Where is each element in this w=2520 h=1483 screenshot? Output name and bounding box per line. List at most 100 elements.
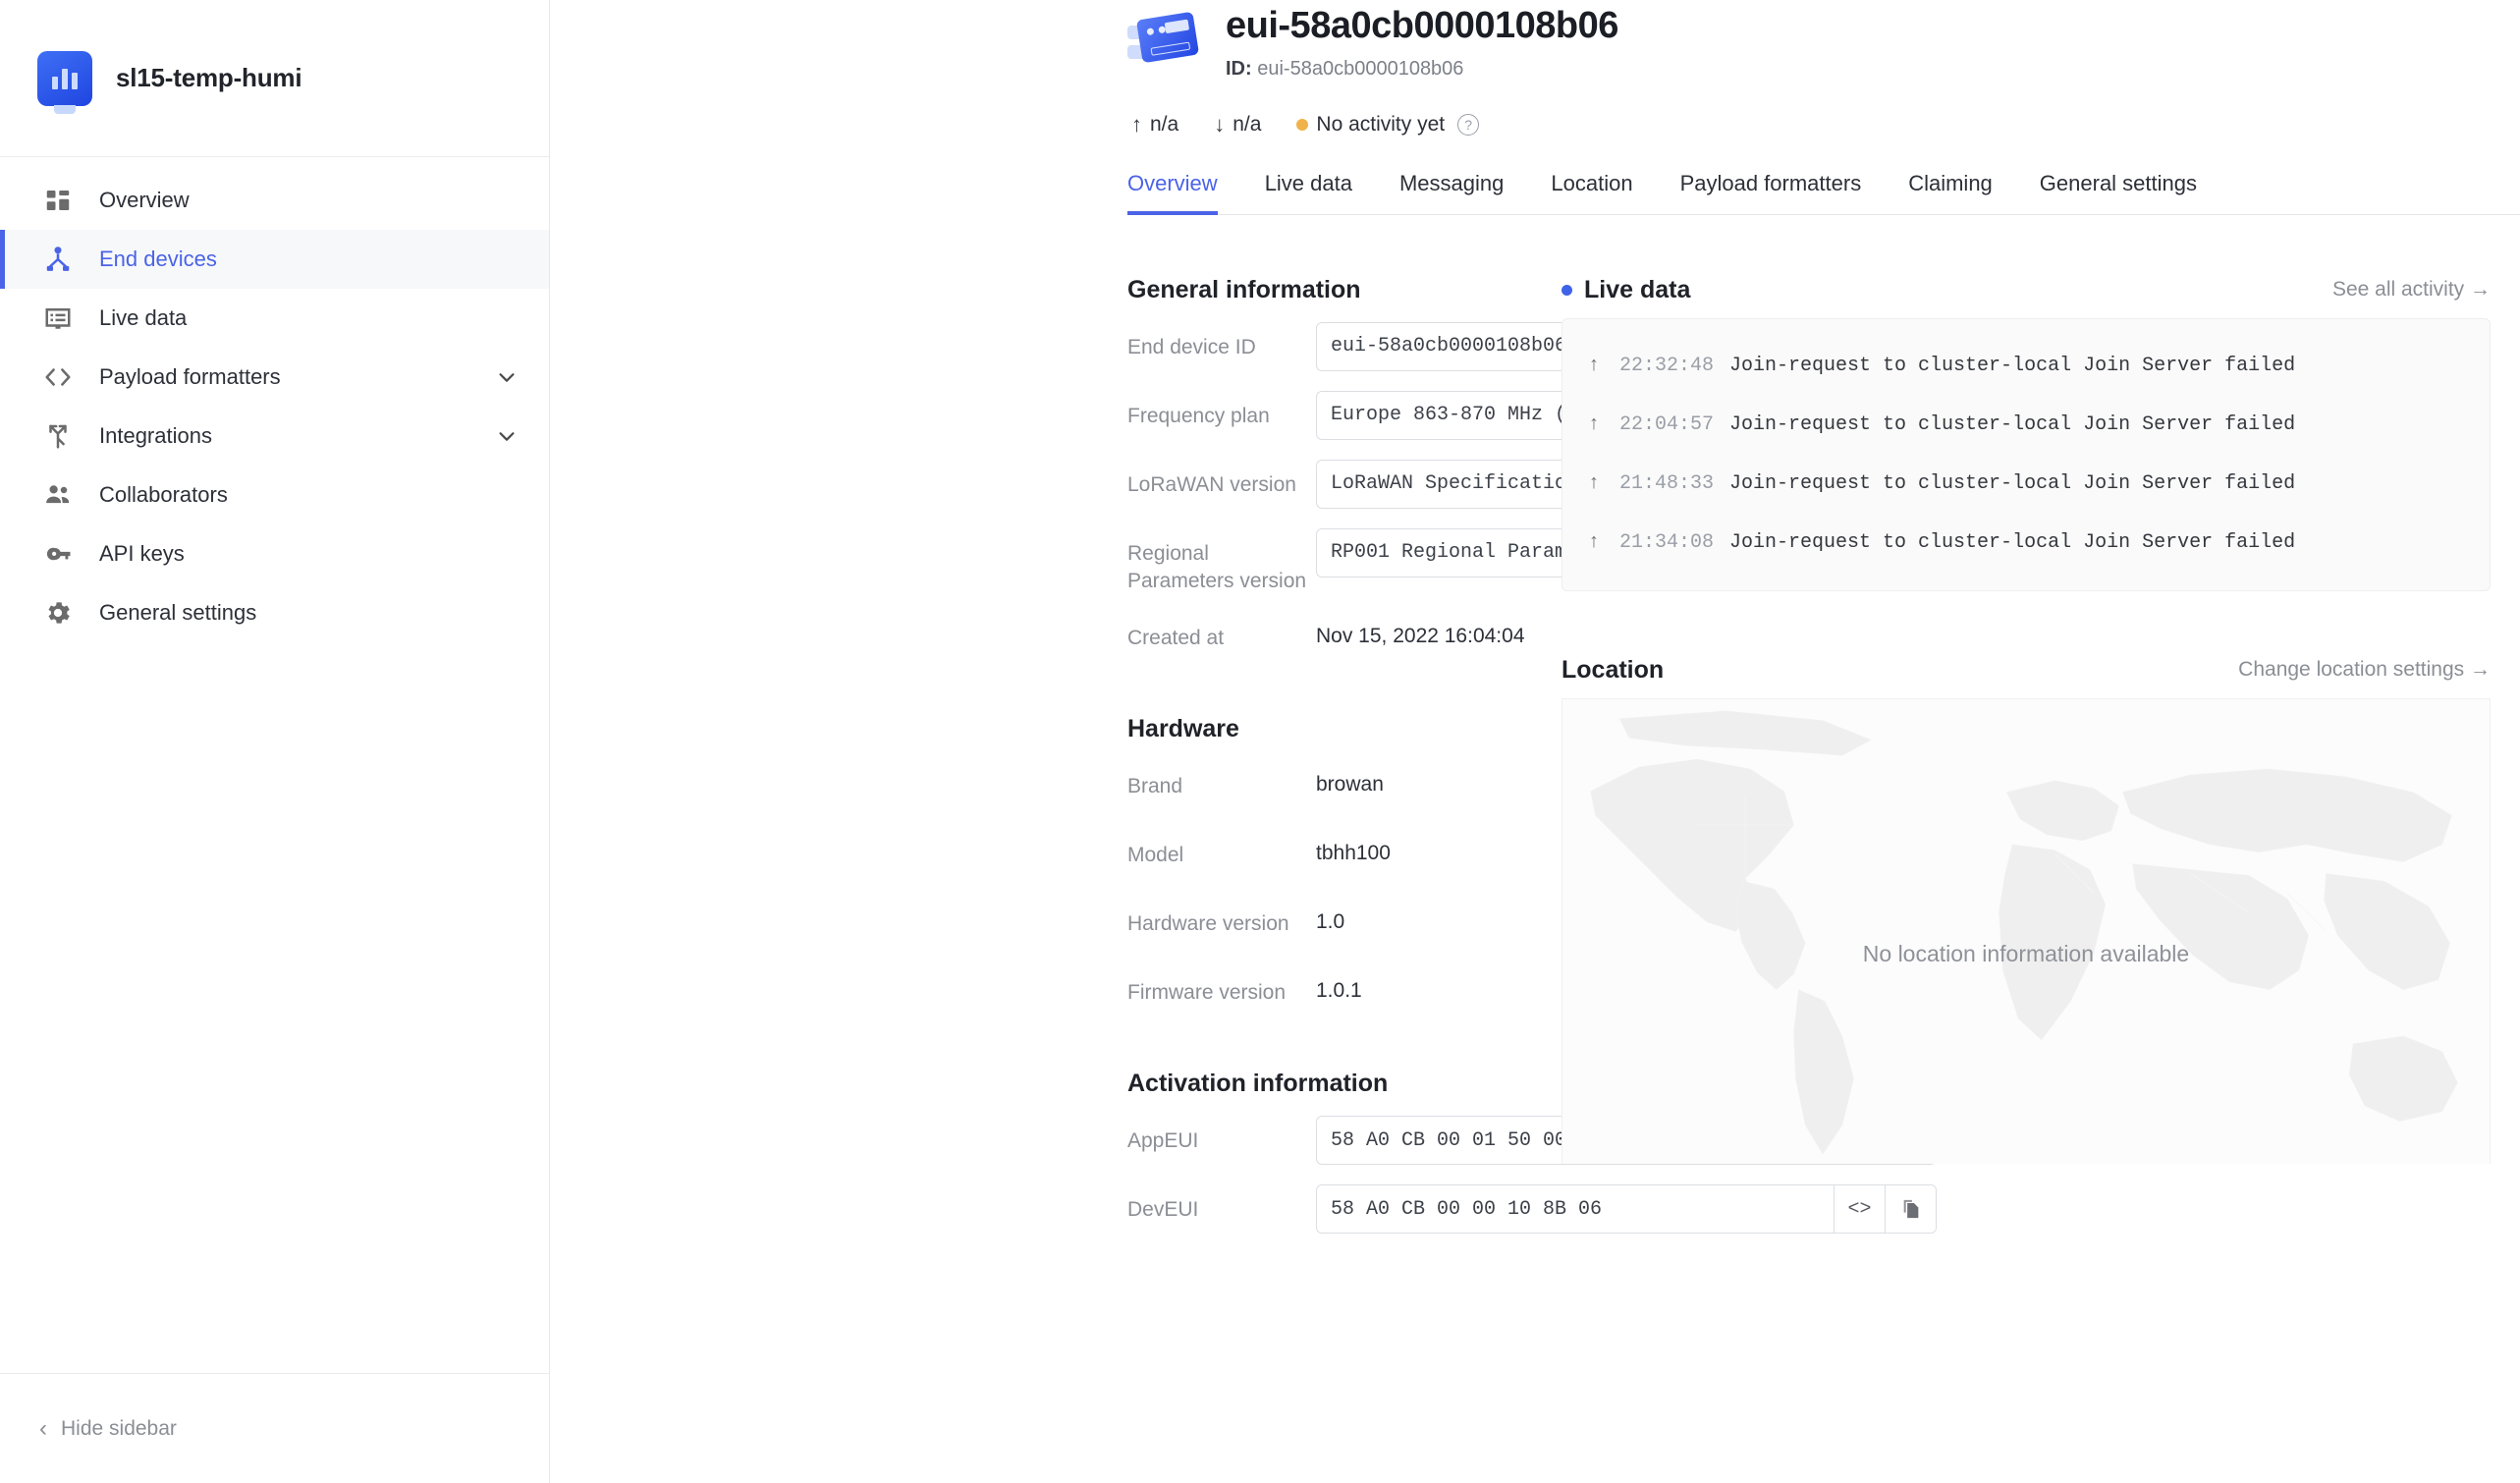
- field-row-model: Model tbhh100: [1127, 830, 1561, 881]
- hide-sidebar-button[interactable]: ‹ Hide sidebar: [0, 1373, 549, 1483]
- live-data-message: Join-request to cluster-local Join Serve…: [1729, 413, 2296, 437]
- general-information-heading: General information: [1127, 275, 1361, 303]
- sidebar: sl15-temp-humi Overview End devices Live: [0, 0, 550, 1483]
- sidebar-item-api-keys[interactable]: API keys: [0, 524, 549, 583]
- sidebar-item-label: Collaborators: [99, 482, 228, 507]
- field-row-frequency-plan: Frequency plan Europe 863-870 MHz (SF9 f…: [1127, 390, 1937, 442]
- device-meta-row: ↑ n/a ↓ n/a No activity yet ?: [1127, 112, 2520, 137]
- sidebar-item-collaborators[interactable]: Collaborators: [0, 466, 549, 524]
- tab-claiming[interactable]: Claiming: [1885, 171, 2016, 214]
- brand-value: browan: [1316, 773, 1384, 796]
- uplink-count: ↑ n/a: [1131, 112, 1178, 137]
- field-row-hardware-version: Hardware version 1.0: [1127, 899, 1561, 950]
- field-row-deveui: DevEUI 58 A0 CB 00 00 10 8B 06 <>: [1127, 1184, 1937, 1236]
- tab-bar: Overview Live data Messaging Location Pa…: [1127, 171, 2520, 215]
- live-data-message: Join-request to cluster-local Join Serve…: [1729, 531, 2296, 555]
- live-indicator-dot-icon: [1561, 284, 1572, 296]
- people-icon: [42, 479, 74, 511]
- field-label: Hardware version: [1127, 912, 1289, 936]
- live-data-row[interactable]: ↑ 21:26:33 Join-request to cluster-local…: [1562, 573, 2490, 591]
- sidebar-item-label: API keys: [99, 541, 185, 566]
- activation-information-heading: Activation information: [1127, 1070, 1389, 1098]
- firmware-version-value: 1.0.1: [1316, 979, 1362, 1003]
- live-data-time: 21:26:33: [1619, 590, 1714, 591]
- field-row-lorawan-version: LoRaWAN version LoRaWAN Specification 1.…: [1127, 459, 1937, 511]
- device-id-value: eui-58a0cb0000108b06: [1257, 57, 1464, 80]
- field-row-appeui: AppEUI 58 A0 CB 00 01 50 00 00 <>: [1127, 1116, 1937, 1167]
- hardware-heading: Hardware: [1127, 715, 1239, 743]
- live-data-message: Join-request to cluster-local Join Serve…: [1729, 472, 2296, 496]
- status-badge: No activity yet ?: [1296, 112, 1480, 137]
- app-root: sl15-temp-humi Overview End devices Live: [0, 0, 2520, 1483]
- live-data-list-icon: [42, 302, 74, 334]
- monitor-chart-icon: [37, 50, 92, 106]
- change-location-settings-link[interactable]: Change location settings →: [2238, 658, 2491, 682]
- right-column: Live data See all activity → ↑ 22:32:48 …: [1561, 215, 2520, 1236]
- sidebar-item-label: Integrations: [99, 423, 212, 448]
- integrations-merge-icon: [42, 420, 74, 452]
- hide-sidebar-label: Hide sidebar: [61, 1416, 177, 1440]
- arrow-up-icon: ↑: [1588, 531, 1601, 555]
- page-title: eui-58a0cb0000108b06: [1226, 5, 1618, 46]
- page-header: eui-58a0cb0000108b06 ID: eui-58a0cb00001…: [550, 0, 2520, 137]
- live-data-row[interactable]: ↑ 22:32:48 Join-request to cluster-local…: [1562, 337, 2490, 396]
- sidebar-item-live-data[interactable]: Live data: [0, 289, 549, 348]
- arrow-down-icon: ↓: [1214, 111, 1226, 137]
- field-label: LoRaWAN version: [1127, 472, 1296, 496]
- field-row-firmware-version: Firmware version 1.0.1: [1127, 967, 1561, 1018]
- field-label: Brand: [1127, 775, 1183, 798]
- application-name: sl15-temp-humi: [116, 63, 302, 92]
- sidebar-item-label: Payload formatters: [99, 364, 281, 389]
- location-panel: Location Change location settings → No l…: [1561, 656, 2491, 1164]
- sidebar-item-integrations[interactable]: Integrations: [0, 407, 549, 466]
- arrow-up-icon: ↑: [1588, 590, 1604, 591]
- field-row-created-at: Created at Nov 15, 2022 16:04:04: [1127, 613, 1561, 664]
- see-all-activity-link[interactable]: See all activity →: [2332, 278, 2491, 302]
- hardware-version-value: 1.0: [1316, 910, 1345, 934]
- tab-payload-formatters[interactable]: Payload formatters: [1657, 171, 1886, 214]
- key-icon: [42, 538, 74, 570]
- live-data-row[interactable]: ↑ 21:34:08 Join-request to cluster-local…: [1562, 514, 2490, 573]
- field-label: Model: [1127, 844, 1184, 867]
- page-title-row: eui-58a0cb0000108b06 ID: eui-58a0cb00001…: [1127, 0, 2520, 81]
- created-at-value: Nov 15, 2022 16:04:04: [1316, 625, 1525, 648]
- sidebar-item-general-settings[interactable]: General settings: [0, 583, 549, 642]
- sidebar-item-overview[interactable]: Overview: [0, 171, 549, 230]
- field-label: Firmware version: [1127, 981, 1287, 1005]
- field-label: Regional Parameters version: [1127, 541, 1307, 593]
- live-data-list: ↑ 22:32:48 Join-request to cluster-local…: [1561, 317, 2491, 591]
- tab-live-data[interactable]: Live data: [1241, 171, 1376, 214]
- location-map[interactable]: No location information available: [1561, 697, 2491, 1164]
- tab-overview[interactable]: Overview: [1127, 171, 1241, 215]
- arrow-up-icon: ↑: [1588, 413, 1601, 437]
- uplink-value: n/a: [1150, 112, 1179, 136]
- main-content: eui-58a0cb0000108b06 ID: eui-58a0cb00001…: [550, 0, 2520, 1483]
- sidebar-item-label: End devices: [99, 247, 217, 271]
- live-data-time: 21:34:08: [1619, 531, 1715, 555]
- question-circle-icon[interactable]: ?: [1457, 113, 1480, 136]
- chevron-down-icon[interactable]: [494, 423, 520, 449]
- sidebar-item-end-devices[interactable]: End devices: [0, 230, 549, 289]
- chevron-down-icon[interactable]: [494, 364, 520, 390]
- status-text: No activity yet: [1316, 112, 1446, 136]
- location-title: Location: [1561, 655, 1665, 684]
- gear-icon: [42, 597, 74, 629]
- sidebar-item-label: General settings: [99, 600, 257, 625]
- live-data-panel-header: Live data See all activity →: [1561, 276, 2491, 304]
- live-data-row[interactable]: ↑ 22:04:57 Join-request to cluster-local…: [1562, 396, 2490, 455]
- field-label: Frequency plan: [1127, 404, 1270, 427]
- tab-messaging[interactable]: Messaging: [1376, 171, 1527, 214]
- tab-general-settings[interactable]: General settings: [2016, 171, 2220, 214]
- overview-content: General information End device ID eui-58…: [550, 215, 2520, 1236]
- tab-location[interactable]: Location: [1527, 171, 1656, 214]
- field-label: Created at: [1127, 627, 1225, 650]
- model-value: tbhh100: [1316, 842, 1391, 865]
- live-data-row[interactable]: ↑ 21:48:33 Join-request to cluster-local…: [1562, 455, 2490, 514]
- sidebar-nav: Overview End devices Live data Payload f…: [0, 157, 549, 642]
- arrow-up-icon: ↑: [1588, 355, 1601, 378]
- live-data-time: 22:04:57: [1619, 413, 1715, 437]
- sidebar-item-payload-formatters[interactable]: Payload formatters: [0, 348, 549, 407]
- world-map-image: [1562, 698, 2490, 1164]
- location-panel-header: Location Change location settings →: [1561, 656, 2491, 685]
- field-label: DevEUI: [1127, 1198, 1199, 1222]
